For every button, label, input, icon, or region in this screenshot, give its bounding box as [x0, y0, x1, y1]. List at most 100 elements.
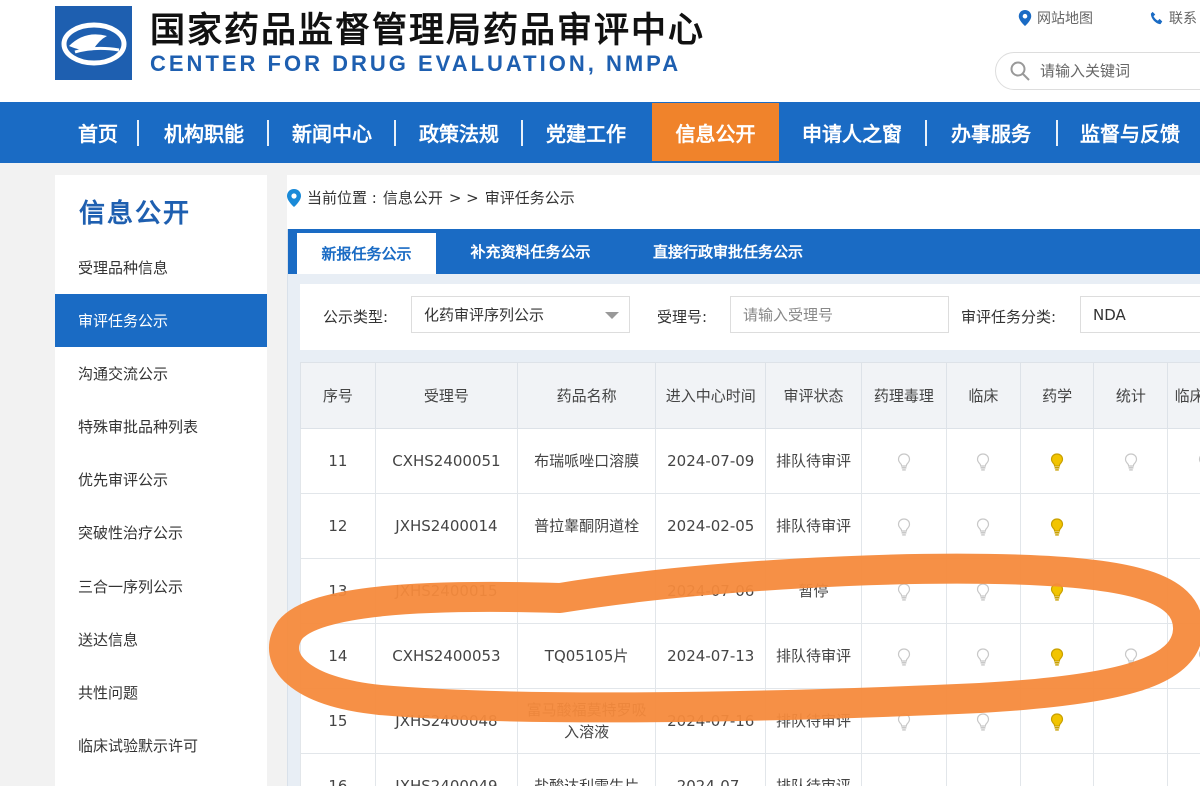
table-row[interactable]: 13 JXHS2400015 2024-07-06 暂停	[300, 558, 1200, 624]
cell-clinical	[945, 688, 1021, 754]
nav-party[interactable]: 党建工作	[528, 102, 644, 163]
site-header: 国家药品监督管理局药品审评中心 CENTER FOR DRUG EVALUATI…	[0, 0, 1200, 102]
sitemap-label: 网站地图	[1037, 11, 1093, 27]
sidebar-item-common-issues[interactable]: 共性问题	[55, 666, 267, 719]
site-title-cn: 国家药品监督管理局药品审评中心	[150, 11, 706, 51]
sidebar-item-review-tasks[interactable]: 审评任务公示	[55, 294, 267, 347]
cell-clinical-pharmacology	[1167, 428, 1200, 494]
breadcrumb: 当前位置 : 信息公开 > > 审评任务公示	[287, 187, 581, 208]
cell-drug-name: 布瑞哌唑口溶膜	[517, 428, 657, 494]
sidebar-title: 信息公开	[79, 199, 192, 229]
category-select[interactable]: NDA	[1080, 296, 1200, 333]
accept-no-field[interactable]	[730, 296, 949, 333]
cell-clinical	[945, 558, 1021, 624]
sidebar-item-clinical-trial[interactable]: 临床试验默示许可	[55, 719, 267, 772]
cell-pharmacology-toxicology	[860, 428, 947, 494]
sitemap-link[interactable]: 网站地图	[1018, 8, 1093, 28]
cell-status: 排队待审评	[765, 428, 862, 494]
sidebar-item-delivery[interactable]: 送达信息	[55, 613, 267, 666]
cell-statistics	[1093, 623, 1169, 689]
cell-entry-date: 2024-07-06	[655, 558, 767, 624]
location-pin-icon	[287, 188, 301, 207]
lit-bulb-icon	[1050, 647, 1064, 666]
cell-accept-no: JXHS2400014	[374, 493, 519, 559]
breadcrumb-separator: > >	[448, 188, 479, 207]
cell-clinical	[945, 493, 1021, 559]
cell-drug-name	[517, 558, 657, 624]
logo-emblem-icon	[55, 6, 132, 80]
cell-statistics	[1093, 688, 1169, 754]
contact-link[interactable]: 联系	[1150, 8, 1197, 28]
nav-news[interactable]: 新闻中心	[274, 102, 390, 163]
cell-drug-name: TQ05105片	[517, 623, 657, 689]
sidebar-item-breakthrough[interactable]: 突破性治疗公示	[55, 506, 267, 559]
nav-services[interactable]: 办事服务	[931, 102, 1051, 163]
cell-drug-name: 富马酸福莫特罗吸入溶液	[517, 688, 657, 754]
category-select-value: NDA	[1093, 305, 1126, 324]
cell-accept-no: JXHS2400015	[374, 558, 519, 624]
accept-no-input[interactable]	[743, 305, 948, 324]
cell-pharmacology-toxicology	[860, 688, 947, 754]
nav-policy[interactable]: 政策法规	[401, 102, 517, 163]
location-pin-icon	[1018, 10, 1032, 26]
table-row[interactable]: 16 JXHS2400049 盐酸达利雷生片 2024-07- 排队待审评	[300, 753, 1200, 786]
cell-pharmacy	[1019, 623, 1095, 689]
sidebar-item-priority-review[interactable]: 优先审评公示	[55, 453, 267, 506]
cell-status: 排队待审评	[765, 493, 862, 559]
unlit-bulb-icon	[1124, 647, 1138, 666]
cell-statistics	[1093, 428, 1169, 494]
unlit-bulb-icon	[976, 517, 990, 536]
search-input[interactable]	[1040, 62, 1200, 80]
col-header-drug-name: 药品名称	[517, 362, 657, 429]
cell-pharmacy	[1019, 753, 1095, 786]
table-row[interactable]: 12 JXHS2400014 普拉睾酮阴道栓 2024-02-05 排队待审评	[300, 493, 1200, 559]
nav-divider	[1056, 120, 1058, 146]
cell-clinical-pharmacology	[1167, 558, 1200, 624]
search-icon[interactable]	[1010, 61, 1030, 81]
cell-clinical-pharmacology	[1167, 493, 1200, 559]
unlit-bulb-icon	[897, 712, 911, 731]
site-search[interactable]	[995, 52, 1200, 90]
unlit-bulb-icon	[976, 582, 990, 601]
cell-no: 15	[300, 688, 376, 754]
accept-no-label: 受理号:	[657, 308, 708, 326]
cell-entry-date: 2024-02-05	[655, 493, 767, 559]
task-table-wrapper: 序号 受理号 药品名称 进入中心时间 审评状态 药理毒理 临床 药学 统计 临床…	[300, 362, 1200, 786]
nav-info-public[interactable]: 信息公开	[652, 103, 779, 161]
col-header-pharmacology-toxicology: 药理毒理	[860, 362, 947, 429]
col-header-clinical-pharmacology: 临床药理	[1167, 362, 1200, 429]
cell-drug-name: 盐酸达利雷生片	[517, 753, 657, 786]
table-row[interactable]: 14 CXHS2400053 TQ05105片 2024-07-13 排队待审评	[300, 623, 1200, 689]
nav-home[interactable]: 首页	[60, 102, 136, 163]
sidebar-item-three-in-one[interactable]: 三合一序列公示	[55, 560, 267, 613]
breadcrumb-section[interactable]: 信息公开	[383, 187, 443, 208]
cell-no: 13	[300, 558, 376, 624]
cell-no: 16	[300, 753, 376, 786]
cell-status: 排队待审评	[765, 623, 862, 689]
sidebar-item-special-approval[interactable]: 特殊审批品种列表	[55, 400, 267, 453]
nav-feedback[interactable]: 监督与反馈	[1062, 102, 1198, 163]
sidebar-item-communication[interactable]: 沟通交流公示	[55, 347, 267, 400]
table-row[interactable]: 15 JXHS2400048 富马酸福莫特罗吸入溶液 2024-07-16 排队待审评	[300, 688, 1200, 754]
table-row[interactable]: 11 CXHS2400051 布瑞哌唑口溶膜 2024-07-09 排队待审评	[300, 428, 1200, 494]
type-select[interactable]: 化药审评序列公示	[411, 296, 630, 333]
category-label: 审评任务分类:	[961, 308, 1057, 326]
cell-status: 暂停	[765, 558, 862, 624]
sidebar-item-accepted-varieties[interactable]: 受理品种信息	[55, 241, 267, 294]
cell-drug-name: 普拉睾酮阴道栓	[517, 493, 657, 559]
tab-direct-approval-tasks[interactable]: 直接行政审批任务公示	[633, 229, 823, 274]
unlit-bulb-icon	[897, 517, 911, 536]
cell-no: 11	[300, 428, 376, 494]
nav-divider	[394, 120, 396, 146]
col-header-accept-no: 受理号	[374, 362, 519, 429]
tab-supplement-tasks[interactable]: 补充资料任务公示	[448, 229, 613, 274]
cell-status: 排队待审评	[765, 688, 862, 754]
site-title-en: CENTER FOR DRUG EVALUATION, NMPA	[150, 51, 682, 76]
type-select-value: 化药审评序列公示	[424, 306, 545, 324]
cell-accept-no: JXHS2400049	[374, 753, 519, 786]
site-logo[interactable]	[55, 6, 132, 80]
cell-accept-no: CXHS2400053	[374, 623, 519, 689]
nav-applicant[interactable]: 申请人之窗	[784, 102, 920, 163]
nav-functions[interactable]: 机构职能	[145, 102, 263, 163]
tab-new-tasks[interactable]: 新报任务公示	[297, 233, 436, 274]
